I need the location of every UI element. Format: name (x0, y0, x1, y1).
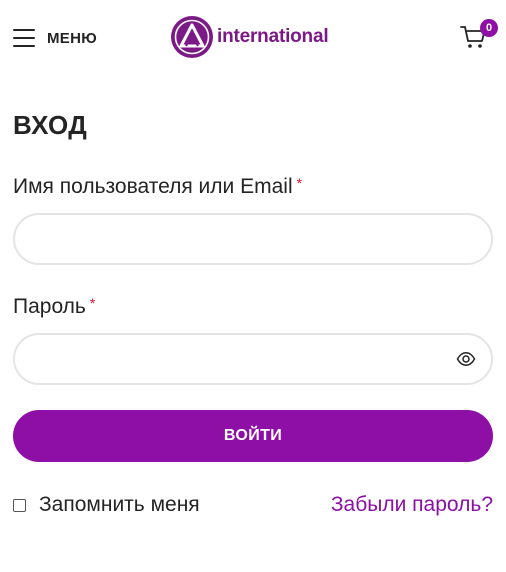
remember-me: Запомнить меня (13, 491, 200, 519)
required-mark: * (296, 175, 303, 191)
menu-button[interactable]: МЕНЮ (13, 24, 97, 52)
cart-count-badge: 0 (480, 19, 498, 37)
hamburger-icon (13, 29, 35, 47)
password-label: Пароль * (13, 295, 95, 319)
username-input[interactable] (13, 213, 493, 265)
forgot-password-link[interactable]: Забыли пароль? (331, 491, 493, 519)
password-input[interactable] (13, 333, 493, 385)
password-label-text: Пароль (13, 295, 86, 318)
menu-label: МЕНЮ (47, 29, 98, 47)
logo-text: international (217, 26, 329, 47)
login-button[interactable]: ВОЙТИ (13, 410, 493, 462)
logo-mark-icon (171, 16, 213, 58)
cart-button[interactable]: 0 (459, 19, 498, 52)
remember-me-label[interactable]: Запомнить меня (39, 493, 200, 517)
site-logo[interactable]: international (170, 14, 329, 60)
eye-icon[interactable] (456, 350, 476, 368)
page-title: ВХОД (13, 110, 88, 140)
remember-me-checkbox[interactable] (13, 498, 26, 512)
username-label-text: Имя пользователя или Email (13, 175, 293, 198)
username-label: Имя пользователя или Email * (13, 175, 302, 199)
site-header: МЕНЮ international 0 (0, 0, 506, 76)
required-mark: * (89, 295, 96, 311)
